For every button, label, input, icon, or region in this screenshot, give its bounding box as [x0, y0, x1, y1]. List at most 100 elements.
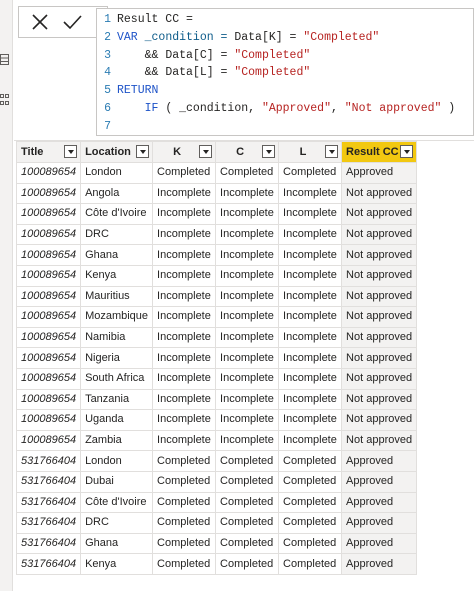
table-cell-result-cc[interactable]: Not approved [341, 388, 418, 411]
table-cell-k[interactable]: Incomplete [152, 223, 217, 246]
table-cell-c[interactable]: Incomplete [215, 244, 280, 266]
table-cell-location[interactable]: Namibia [80, 326, 154, 349]
table-cell-title[interactable]: 100089654 [15, 162, 82, 184]
table-cell-result-cc[interactable]: Not approved [341, 367, 418, 390]
table-cell-k[interactable]: Incomplete [152, 264, 217, 287]
table-cell-k[interactable]: Incomplete [152, 409, 217, 431]
table-cell-c[interactable]: Completed [215, 532, 280, 555]
table-cell-k[interactable]: Completed [152, 470, 217, 493]
code-line[interactable]: 2 VAR _condition = Data[K] = "Completed" [97, 29, 379, 47]
table-cell-c[interactable]: Incomplete [215, 409, 280, 431]
table-cell-l[interactable]: Completed [278, 512, 343, 534]
table-cell-k[interactable]: Completed [152, 450, 217, 472]
close-icon[interactable] [29, 11, 51, 33]
table-cell-c[interactable]: Completed [215, 470, 280, 493]
table-cell-l[interactable]: Incomplete [278, 203, 343, 225]
table-cell-title[interactable]: 100089654 [15, 367, 82, 390]
table-cell-l[interactable]: Incomplete [278, 326, 343, 349]
table-cell-l[interactable]: Completed [278, 491, 343, 514]
table-row[interactable]: 100089654 Angola Incomplete Incomplete Incom… [15, 182, 418, 205]
table-cell-title[interactable]: 100089654 [15, 182, 82, 205]
table-cell-title[interactable]: 100089654 [15, 264, 82, 287]
table-cell-k[interactable]: Completed [152, 553, 217, 575]
table-cell-result-cc[interactable]: Approved [341, 553, 418, 575]
table-cell-result-cc[interactable]: Approved [341, 162, 418, 184]
table-cell-c[interactable]: Completed [215, 553, 280, 575]
table-cell-c[interactable]: Incomplete [215, 388, 280, 411]
table-cell-result-cc[interactable]: Not approved [341, 244, 418, 266]
table-cell-location[interactable]: Ghana [80, 244, 154, 266]
table-cell-k[interactable]: Incomplete [152, 347, 217, 369]
table-row[interactable]: 531766404 London Completed Completed Complet… [15, 450, 418, 472]
table-cell-l[interactable]: Incomplete [278, 223, 343, 246]
table-cell-result-cc[interactable]: Approved [341, 491, 418, 514]
filter-dropdown-icon[interactable] [325, 145, 339, 158]
table-cell-title[interactable]: 531766404 [15, 491, 82, 514]
table-row[interactable]: 100089654 Namibia Incomplete Incomplete Inco… [15, 326, 418, 349]
table-cell-location[interactable]: Zambia [80, 429, 154, 452]
table-cell-l[interactable]: Incomplete [278, 367, 343, 390]
table-row[interactable]: 100089654 Mozambique Incomplete Incomplete I… [15, 306, 418, 328]
filter-dropdown-icon[interactable] [64, 145, 78, 158]
column-header-title[interactable]: Title [15, 141, 82, 163]
table-cell-title[interactable]: 100089654 [15, 409, 82, 431]
table-cell-location[interactable]: Mauritius [80, 285, 154, 308]
table-cell-k[interactable]: Incomplete [152, 367, 217, 390]
table-cell-location[interactable]: Ghana [80, 532, 154, 555]
filter-dropdown-icon[interactable] [400, 145, 414, 158]
table-row[interactable]: 100089654 Zambia Incomplete Incomplete Incom… [15, 429, 418, 452]
dax-formula-editor[interactable]: 1 Result CC = 2 VAR _condition = Data[K] = … [96, 8, 474, 136]
table-cell-k[interactable]: Incomplete [152, 429, 217, 452]
table-cell-k[interactable]: Incomplete [152, 306, 217, 328]
table-cell-l[interactable]: Completed [278, 450, 343, 472]
table-cell-k[interactable]: Incomplete [152, 203, 217, 225]
table-cell-k[interactable]: Completed [152, 491, 217, 514]
table-row[interactable]: 100089654 South Africa Incomplete Incomplet… [15, 367, 418, 390]
table-row[interactable]: 100089654 Ghana Incomplete Incomplete Incomp… [15, 244, 418, 266]
table-cell-l[interactable]: Incomplete [278, 264, 343, 287]
table-cell-result-cc[interactable]: Not approved [341, 409, 418, 431]
table-cell-c[interactable]: Completed [215, 162, 280, 184]
table-cell-title[interactable]: 531766404 [15, 470, 82, 493]
table-row[interactable]: 100089654 Mauritius Incomplete Incomplete In… [15, 285, 418, 308]
table-view-icon[interactable] [0, 54, 9, 65]
code-line[interactable]: 7 [97, 118, 117, 136]
table-cell-title[interactable]: 100089654 [15, 223, 82, 246]
table-cell-title[interactable]: 100089654 [15, 203, 82, 225]
table-cell-c[interactable]: Incomplete [215, 429, 280, 452]
table-cell-result-cc[interactable]: Approved [341, 512, 418, 534]
table-cell-k[interactable]: Completed [152, 512, 217, 534]
table-cell-title[interactable]: 531766404 [15, 450, 82, 472]
table-cell-location[interactable]: Kenya [80, 264, 154, 287]
table-cell-title[interactable]: 531766404 [15, 512, 82, 534]
column-header-result-cc[interactable]: Result CC [341, 141, 418, 163]
table-cell-result-cc[interactable]: Not approved [341, 203, 418, 225]
table-cell-l[interactable]: Incomplete [278, 306, 343, 328]
table-row[interactable]: 100089654 Kenya Incomplete Incomplete Incomp… [15, 264, 418, 287]
table-cell-title[interactable]: 100089654 [15, 285, 82, 308]
model-view-icon[interactable] [0, 94, 9, 105]
filter-dropdown-icon[interactable] [199, 145, 213, 158]
table-cell-location[interactable]: Angola [80, 182, 154, 205]
table-cell-result-cc[interactable]: Not approved [341, 264, 418, 287]
table-cell-k[interactable]: Incomplete [152, 244, 217, 266]
table-cell-result-cc[interactable]: Not approved [341, 182, 418, 205]
table-row[interactable]: 100089654 Tanzania Incomplete Incomplete Inc… [15, 388, 418, 411]
code-line[interactable]: 6 IF ( _condition, "Approved", "Not appr… [97, 100, 455, 118]
table-row[interactable]: 531766404 Côte d'Ivoire Completed Completed… [15, 491, 418, 514]
table-cell-location[interactable]: Nigeria [80, 347, 154, 369]
table-cell-location[interactable]: London [80, 450, 154, 472]
table-row[interactable]: 531766404 Kenya Completed Completed Complete… [15, 553, 418, 575]
table-cell-result-cc[interactable]: Not approved [341, 223, 418, 246]
table-cell-location[interactable]: Tanzania [80, 388, 154, 411]
table-cell-title[interactable]: 531766404 [15, 553, 82, 575]
table-cell-c[interactable]: Incomplete [215, 223, 280, 246]
table-cell-location[interactable]: DRC [80, 512, 154, 534]
table-row[interactable]: 100089654 Uganda Incomplete Incomplete Incom… [15, 409, 418, 431]
table-cell-result-cc[interactable]: Approved [341, 450, 418, 472]
table-cell-k[interactable]: Incomplete [152, 182, 217, 205]
table-cell-title[interactable]: 100089654 [15, 388, 82, 411]
table-cell-k[interactable]: Incomplete [152, 285, 217, 308]
table-cell-l[interactable]: Incomplete [278, 182, 343, 205]
table-cell-result-cc[interactable]: Not approved [341, 306, 418, 328]
